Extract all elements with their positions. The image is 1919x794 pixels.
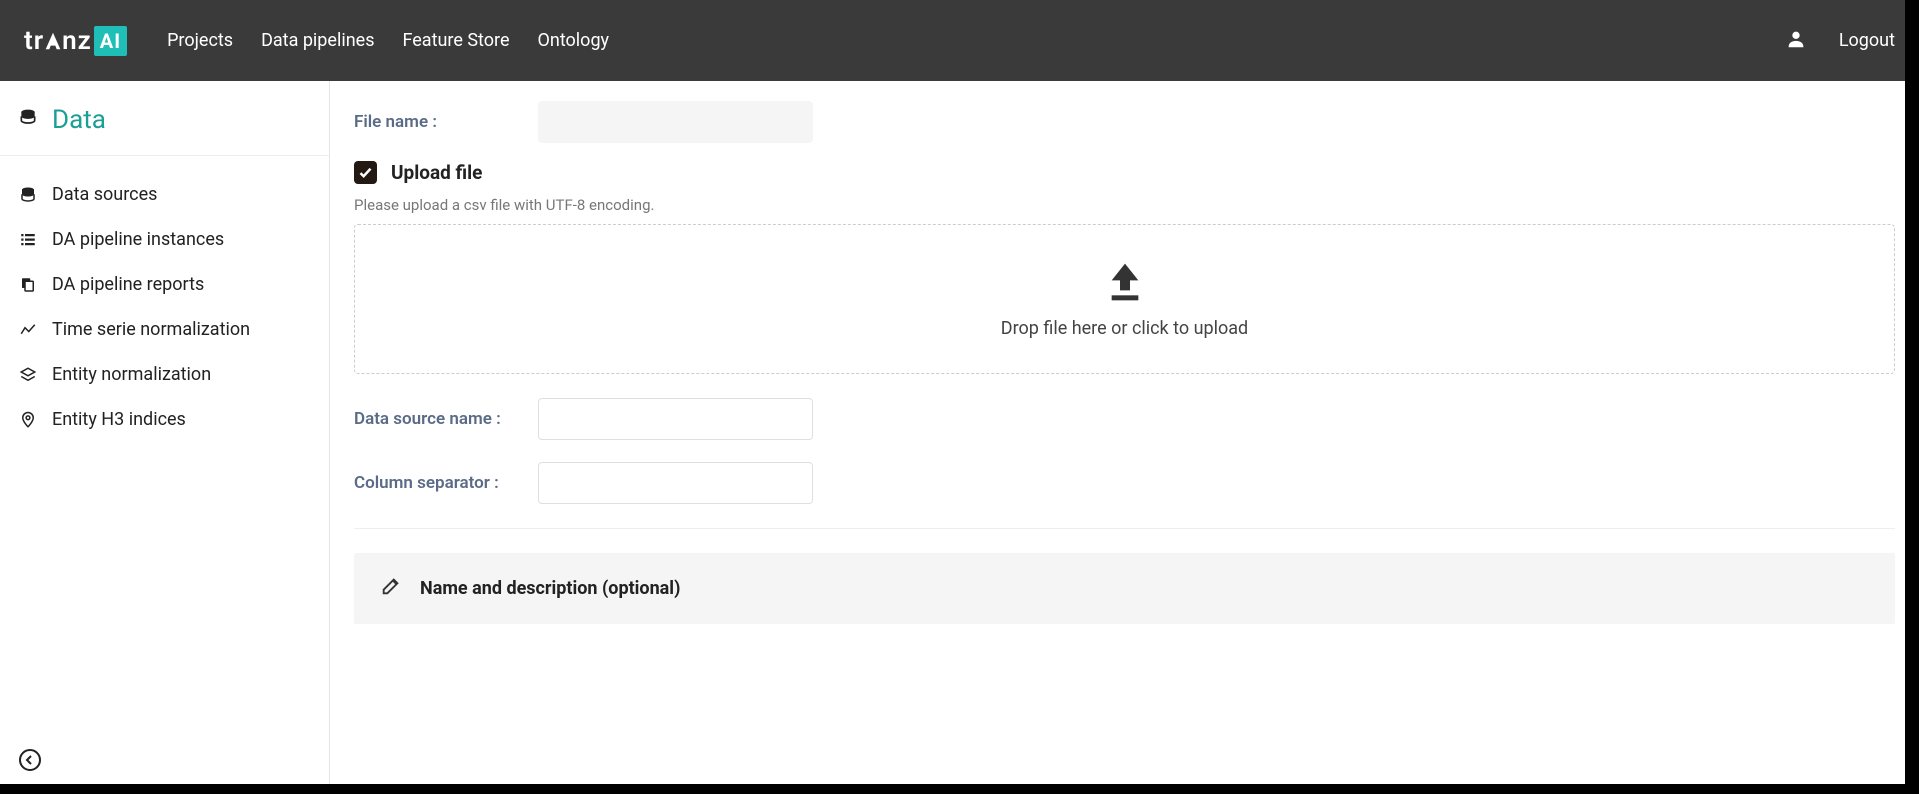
checked-box-icon bbox=[354, 161, 377, 184]
upload-icon bbox=[1105, 260, 1145, 304]
upload-note: Please upload a csv file with UTF-8 enco… bbox=[354, 196, 1895, 214]
sidebar-item-label: Data sources bbox=[52, 184, 157, 205]
layout: Data Data sources bbox=[0, 81, 1919, 794]
logout-link[interactable]: Logout bbox=[1839, 30, 1895, 51]
chart-line-icon bbox=[18, 321, 38, 339]
topbar: tr nz AI Projects Data pipelines Feature… bbox=[0, 0, 1919, 81]
nav-ontology[interactable]: Ontology bbox=[538, 30, 610, 51]
divider bbox=[354, 528, 1895, 529]
brand-ai-box: AI bbox=[94, 26, 127, 56]
user-icon[interactable] bbox=[1785, 28, 1807, 54]
sidebar-item-da-pipeline-reports[interactable]: DA pipeline reports bbox=[0, 262, 329, 307]
sidebar-header: Data bbox=[0, 81, 329, 156]
sidebar: Data Data sources bbox=[0, 81, 330, 794]
sidebar-item-time-serie-normalization[interactable]: Time serie normalization bbox=[0, 307, 329, 352]
column-separator-input[interactable] bbox=[538, 462, 813, 504]
database-icon bbox=[18, 186, 38, 204]
brand-logo[interactable]: tr nz AI bbox=[24, 26, 127, 56]
right-strip bbox=[1905, 0, 1919, 794]
sidebar-item-label: Entity H3 indices bbox=[52, 409, 186, 430]
dropzone-text: Drop file here or click to upload bbox=[1001, 318, 1248, 339]
name-description-title: Name and description (optional) bbox=[420, 578, 680, 599]
copy-icon bbox=[18, 276, 38, 294]
sidebar-item-data-sources[interactable]: Data sources bbox=[0, 172, 329, 217]
data-source-name-row: Data source name : bbox=[354, 398, 1895, 440]
brand-text-mid: nz bbox=[62, 26, 92, 56]
nav-feature-store[interactable]: Feature Store bbox=[403, 30, 510, 51]
sidebar-item-label: Time serie normalization bbox=[52, 319, 250, 340]
main-content: File name : Upload file Please upload a … bbox=[330, 81, 1919, 794]
name-description-section[interactable]: Name and description (optional) bbox=[354, 553, 1895, 624]
upload-file-heading: Upload file bbox=[354, 161, 1895, 184]
sidebar-item-label: Entity normalization bbox=[52, 364, 211, 385]
file-dropzone[interactable]: Drop file here or click to upload bbox=[354, 224, 1895, 374]
edit-icon bbox=[380, 575, 402, 602]
brand-text-pre: tr bbox=[24, 26, 44, 56]
sidebar-item-entity-normalization[interactable]: Entity normalization bbox=[0, 352, 329, 397]
file-name-input bbox=[538, 101, 813, 143]
bottom-strip bbox=[0, 784, 1919, 794]
sidebar-collapse-button[interactable] bbox=[18, 748, 42, 776]
brand-a-icon bbox=[42, 30, 64, 52]
layers-icon bbox=[18, 366, 38, 384]
topbar-right: Logout bbox=[1785, 28, 1895, 54]
file-name-label: File name : bbox=[354, 112, 514, 132]
sidebar-item-label: DA pipeline instances bbox=[52, 229, 224, 250]
column-separator-label: Column separator : bbox=[354, 473, 514, 493]
sidebar-item-label: DA pipeline reports bbox=[52, 274, 204, 295]
column-separator-row: Column separator : bbox=[354, 462, 1895, 504]
upload-file-title: Upload file bbox=[391, 161, 482, 184]
sidebar-item-da-pipeline-instances[interactable]: DA pipeline instances bbox=[0, 217, 329, 262]
file-name-row: File name : bbox=[354, 101, 1895, 143]
nav-data-pipelines[interactable]: Data pipelines bbox=[261, 30, 374, 51]
sidebar-title-icon bbox=[18, 108, 38, 132]
data-source-name-label: Data source name : bbox=[354, 409, 514, 429]
sidebar-title: Data bbox=[52, 105, 106, 135]
top-nav: Projects Data pipelines Feature Store On… bbox=[167, 30, 609, 51]
nav-projects[interactable]: Projects bbox=[167, 30, 233, 51]
map-pin-icon bbox=[18, 411, 38, 429]
sidebar-item-entity-h3-indices[interactable]: Entity H3 indices bbox=[0, 397, 329, 442]
data-source-name-input[interactable] bbox=[538, 398, 813, 440]
list-icon bbox=[18, 231, 38, 249]
sidebar-items: Data sources DA pipeline instances bbox=[0, 156, 329, 458]
